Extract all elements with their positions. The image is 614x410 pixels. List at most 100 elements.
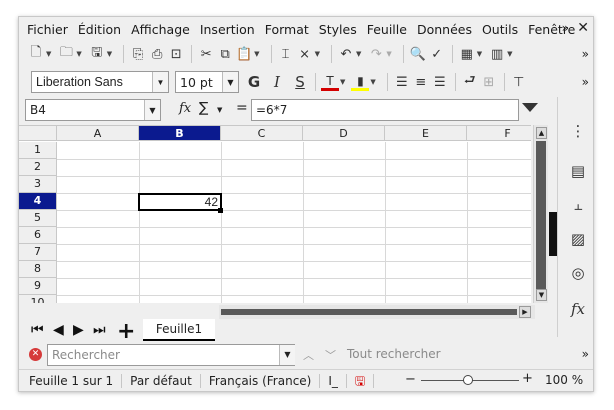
- chevron-down-icon[interactable]: ▼: [279, 345, 295, 365]
- clone-formatting-icon[interactable]: ⌶: [277, 45, 295, 63]
- formula-equals-icon[interactable]: =: [236, 100, 248, 116]
- search-input[interactable]: Rechercher: [47, 344, 295, 366]
- functions-icon[interactable]: fx: [568, 299, 588, 319]
- expand-formula-icon[interactable]: [522, 103, 538, 112]
- first-sheet-icon[interactable]: ⏮: [31, 322, 44, 338]
- properties-icon[interactable]: ▤: [568, 161, 588, 181]
- last-sheet-icon[interactable]: ⏭: [93, 322, 106, 338]
- chevron-down-icon[interactable]: ▼: [152, 72, 168, 92]
- row-header[interactable]: 5: [19, 210, 57, 227]
- page-style[interactable]: Par défaut: [122, 373, 201, 388]
- chevron-down-icon[interactable]: ▼: [144, 100, 160, 120]
- menu-insertion[interactable]: Insertion: [196, 22, 259, 37]
- column-header[interactable]: C: [221, 126, 303, 141]
- menu-feuille[interactable]: Feuille: [363, 22, 411, 37]
- sheet-tab[interactable]: Feuille1: [143, 319, 215, 341]
- chevron-down-icon[interactable]: ▼: [76, 50, 81, 58]
- menu-outils[interactable]: Outils: [478, 22, 522, 37]
- function-wizard-icon[interactable]: fx: [179, 101, 191, 116]
- row-header[interactable]: 3: [19, 176, 57, 193]
- column-header[interactable]: B: [139, 126, 221, 141]
- spelling-icon[interactable]: ✓: [428, 45, 446, 63]
- chevron-down-icon[interactable]: ▼: [340, 78, 345, 86]
- spreadsheet-grid[interactable]: A B C D E F 1 2 3 4 5 6 7 8 9 10 42: [19, 125, 531, 303]
- clear-formatting-icon[interactable]: ⨯: [296, 45, 314, 63]
- chevron-down-icon[interactable]: ▼: [386, 50, 391, 58]
- align-right-icon[interactable]: ☰: [431, 73, 449, 91]
- wrap-text-icon[interactable]: ⮐: [461, 73, 479, 91]
- menu-edition[interactable]: Édition: [74, 22, 125, 37]
- previous-sheet-icon[interactable]: ◀: [53, 322, 64, 338]
- print-icon[interactable]: ⎙: [148, 45, 166, 63]
- close-find-bar-icon[interactable]: ✕: [29, 348, 42, 361]
- chevron-down-icon[interactable]: ▼: [46, 50, 51, 58]
- copy-icon[interactable]: ⧉: [216, 45, 234, 63]
- align-top-icon[interactable]: ⊤: [510, 73, 528, 91]
- row-header[interactable]: 9: [19, 278, 57, 295]
- zoom-out-icon[interactable]: −: [405, 372, 416, 387]
- next-sheet-icon[interactable]: ▶: [73, 322, 84, 338]
- undo-icon[interactable]: ↶: [337, 45, 355, 63]
- sidebar-collapse-handle[interactable]: [549, 212, 557, 256]
- font-size-combobox[interactable]: 10 pt ▼: [175, 71, 239, 93]
- add-sheet-button[interactable]: +: [117, 319, 135, 344]
- row-header[interactable]: 1: [19, 142, 57, 159]
- row-header[interactable]: 7: [19, 244, 57, 261]
- navigator-icon[interactable]: ◎: [568, 263, 588, 283]
- vertical-scroll-thumb[interactable]: [536, 141, 546, 293]
- save-icon[interactable]: 🖫: [88, 45, 106, 63]
- horizontal-scroll-thumb[interactable]: [221, 309, 517, 315]
- cell-b4[interactable]: 42: [140, 195, 220, 210]
- chevron-down-icon[interactable]: ▼: [477, 50, 482, 58]
- find-next-icon[interactable]: ﹀: [325, 347, 336, 363]
- chevron-double-right-icon[interactable]: »: [582, 347, 589, 361]
- row-header[interactable]: 10: [19, 295, 57, 303]
- redo-icon[interactable]: ↷: [367, 45, 385, 63]
- align-left-icon[interactable]: ☰: [393, 73, 411, 91]
- chevron-down-icon[interactable]: ▼: [370, 78, 375, 86]
- chevron-down-icon[interactable]: ▼: [107, 50, 112, 58]
- italic-button[interactable]: I: [268, 73, 286, 91]
- language[interactable]: Français (France): [201, 373, 321, 388]
- menu-donnees[interactable]: Données: [413, 22, 476, 37]
- bold-button[interactable]: G: [245, 73, 263, 91]
- gallery-icon[interactable]: ▨: [568, 229, 588, 249]
- column-header[interactable]: F: [467, 126, 531, 141]
- select-all-corner[interactable]: [19, 126, 57, 141]
- menu-format[interactable]: Format: [261, 22, 313, 37]
- merge-cells-icon[interactable]: ⊞: [480, 73, 498, 91]
- print-preview-icon[interactable]: ⊡: [167, 45, 185, 63]
- open-folder-icon[interactable]: 🗀: [57, 45, 75, 63]
- menu-styles[interactable]: Styles: [315, 22, 361, 37]
- column-icon[interactable]: ▥: [488, 45, 506, 63]
- zoom-slider-knob[interactable]: [463, 375, 473, 385]
- scroll-down-icon[interactable]: ▼: [536, 289, 547, 301]
- row-header[interactable]: 8: [19, 261, 57, 278]
- zoom-in-icon[interactable]: +: [522, 371, 533, 386]
- chevron-down-icon[interactable]: ▼: [507, 50, 512, 58]
- chevron-down-icon[interactable]: ▼: [254, 50, 259, 58]
- chevron-down-icon[interactable]: ▼: [222, 72, 238, 92]
- chevron-down-icon[interactable]: ▼: [356, 50, 361, 58]
- menu-fichier[interactable]: Fichier: [23, 22, 72, 37]
- export-pdf-icon[interactable]: ⎘: [129, 45, 147, 63]
- column-header[interactable]: A: [57, 126, 139, 141]
- close-icon[interactable]: ✕: [577, 20, 589, 36]
- new-document-icon[interactable]: 🗋: [27, 45, 45, 63]
- name-box[interactable]: B4 ▼: [25, 99, 161, 121]
- chevron-double-right-icon[interactable]: »: [582, 75, 589, 89]
- cut-icon[interactable]: ✂: [197, 45, 215, 63]
- scroll-right-icon[interactable]: ▶: [519, 306, 531, 318]
- styles-icon[interactable]: ⫠: [568, 195, 588, 215]
- chevron-down-icon[interactable]: ▼: [315, 50, 320, 58]
- row-header[interactable]: 6: [19, 227, 57, 244]
- find-replace-icon[interactable]: 🔍: [409, 45, 427, 63]
- background-color-icon[interactable]: ▮: [351, 73, 370, 91]
- align-center-icon[interactable]: ≡: [412, 73, 430, 91]
- insert-mode-icon[interactable]: I_: [320, 373, 347, 388]
- more-vertical-icon[interactable]: ⋮: [568, 121, 588, 141]
- chevron-double-right-icon[interactable]: »: [582, 47, 589, 61]
- row-header[interactable]: 2: [19, 159, 57, 176]
- find-all-button[interactable]: Tout rechercher: [347, 347, 441, 361]
- row-icon[interactable]: ▦: [458, 45, 476, 63]
